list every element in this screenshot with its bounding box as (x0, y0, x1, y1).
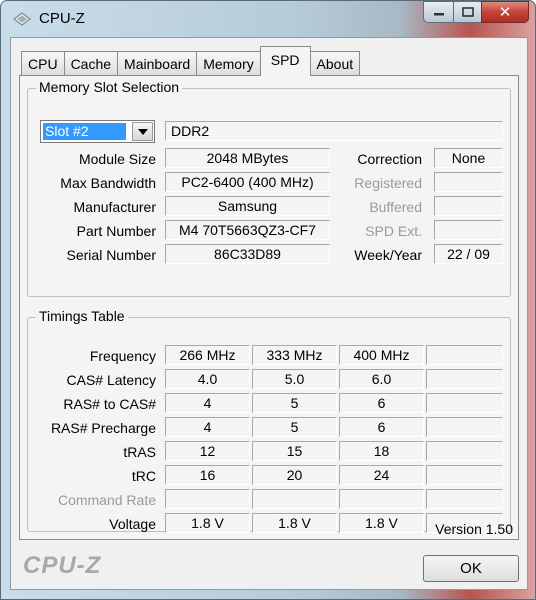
timing-cell: 1.8 V (339, 513, 424, 533)
timing-cell: 400 MHz (339, 345, 424, 365)
correction-field: None (434, 148, 503, 168)
voltage-label: Voltage (109, 516, 156, 532)
registered-field (434, 172, 503, 192)
chevron-down-icon (137, 128, 148, 135)
timing-cell: 6 (339, 393, 424, 413)
timings-table-title: Timings Table (36, 308, 128, 324)
timing-cell (252, 489, 337, 509)
timing-cell: 4.0 (165, 369, 250, 389)
part-number-field: M4 70T5663QZ3-CF7 (165, 220, 330, 240)
timing-cell (426, 465, 503, 485)
cas-latency-label: CAS# Latency (66, 372, 157, 388)
timing-cell: 333 MHz (252, 345, 337, 365)
timing-cell (426, 345, 503, 365)
max-bandwidth-label: Max Bandwidth (60, 175, 156, 191)
buffered-label: Buffered (369, 199, 422, 215)
command-rate-label: Command Rate (57, 492, 156, 508)
timing-cell: 6 (339, 417, 424, 437)
timing-cell: 24 (339, 465, 424, 485)
timing-cell: 4 (165, 393, 250, 413)
timing-cell (426, 489, 503, 509)
week-year-label: Week/Year (354, 247, 422, 263)
week-year-field: 22 / 09 (434, 244, 503, 264)
ras-precharge-label: RAS# Precharge (50, 420, 156, 436)
spd-tab-page: Memory Slot Selection Slot #2 DDR2 Modul… (19, 75, 519, 540)
module-size-field: 2048 MBytes (165, 148, 330, 168)
module-size-label: Module Size (78, 151, 156, 167)
maximize-icon (461, 7, 474, 17)
tab-spd[interactable]: SPD (259, 46, 311, 76)
timing-cell: 1.8 V (165, 513, 250, 533)
timing-cell: 6.0 (339, 369, 424, 389)
minimize-button[interactable] (423, 1, 453, 23)
timing-cell: 18 (339, 441, 424, 461)
timing-cell (339, 489, 424, 509)
manufacturer-field: Samsung (165, 196, 330, 216)
slot-select[interactable]: Slot #2 (40, 120, 155, 143)
close-icon: ✕ (498, 4, 512, 21)
maximize-button[interactable] (453, 1, 481, 23)
part-number-label: Part Number (76, 223, 156, 239)
slot-select-value: Slot #2 (43, 123, 126, 140)
slot-select-arrow[interactable] (132, 122, 153, 141)
memory-slot-selection-title: Memory Slot Selection (36, 79, 183, 95)
tab-mainboard[interactable]: Mainboard (117, 51, 198, 76)
ok-button[interactable]: OK (423, 555, 519, 582)
tab-cpu[interactable]: CPU (21, 51, 65, 76)
manufacturer-label: Manufacturer (73, 199, 156, 215)
version-text: Version 1.50 (435, 521, 513, 537)
timing-cell: 266 MHz (165, 345, 250, 365)
timing-cell (426, 369, 503, 389)
timing-cell: 5.0 (252, 369, 337, 389)
timing-cell (426, 441, 503, 461)
frequency-label: Frequency (89, 348, 156, 364)
window-title: CPU-Z (39, 10, 85, 27)
timing-cell: 20 (252, 465, 337, 485)
timing-cell: 1.8 V (252, 513, 337, 533)
correction-label: Correction (357, 151, 422, 167)
title-bar[interactable]: CPU-Z ✕ (1, 1, 535, 37)
trc-label: tRC (131, 468, 156, 484)
ras-to-cas-label: RAS# to CAS# (63, 396, 156, 412)
tab-strip: CPU Cache Mainboard Memory SPD About (21, 46, 361, 76)
serial-number-field: 86C33D89 (165, 244, 330, 264)
tab-memory[interactable]: Memory (196, 51, 261, 76)
cpu-z-window: CPU-Z ✕ CPU Cache Mainboard Memory SPD A… (0, 0, 536, 600)
timing-cell: 4 (165, 417, 250, 437)
timing-cell: 5 (252, 417, 337, 437)
tab-cache[interactable]: Cache (63, 51, 119, 76)
timings-table-group: Timings Table Frequency 266 MHz 333 MHz … (27, 308, 511, 533)
timing-cell: 12 (165, 441, 250, 461)
cpu-z-brand-logo: CPU-Z (23, 552, 102, 579)
minimize-icon (433, 13, 444, 16)
cpu-z-logo-icon (13, 12, 31, 26)
client-area: CPU Cache Mainboard Memory SPD About Mem… (10, 37, 528, 590)
tab-about[interactable]: About (309, 51, 361, 76)
spd-ext-label: SPD Ext. (365, 223, 422, 239)
timing-cell: 15 (252, 441, 337, 461)
serial-number-label: Serial Number (66, 247, 156, 263)
timing-cell (426, 393, 503, 413)
memory-slot-selection-group: Memory Slot Selection Slot #2 DDR2 Modul… (27, 79, 511, 297)
caption-buttons: ✕ (423, 1, 529, 23)
timing-cell: 5 (252, 393, 337, 413)
tras-label: tRAS (123, 444, 156, 460)
buffered-field (434, 196, 503, 216)
max-bandwidth-field: PC2-6400 (400 MHz) (165, 172, 330, 192)
timing-cell (165, 489, 250, 509)
timing-cell (426, 417, 503, 437)
timing-cell: 16 (165, 465, 250, 485)
registered-label: Registered (354, 175, 422, 191)
memory-type-field: DDR2 (165, 121, 503, 141)
close-button[interactable]: ✕ (481, 1, 529, 23)
spd-ext-field (434, 220, 503, 240)
